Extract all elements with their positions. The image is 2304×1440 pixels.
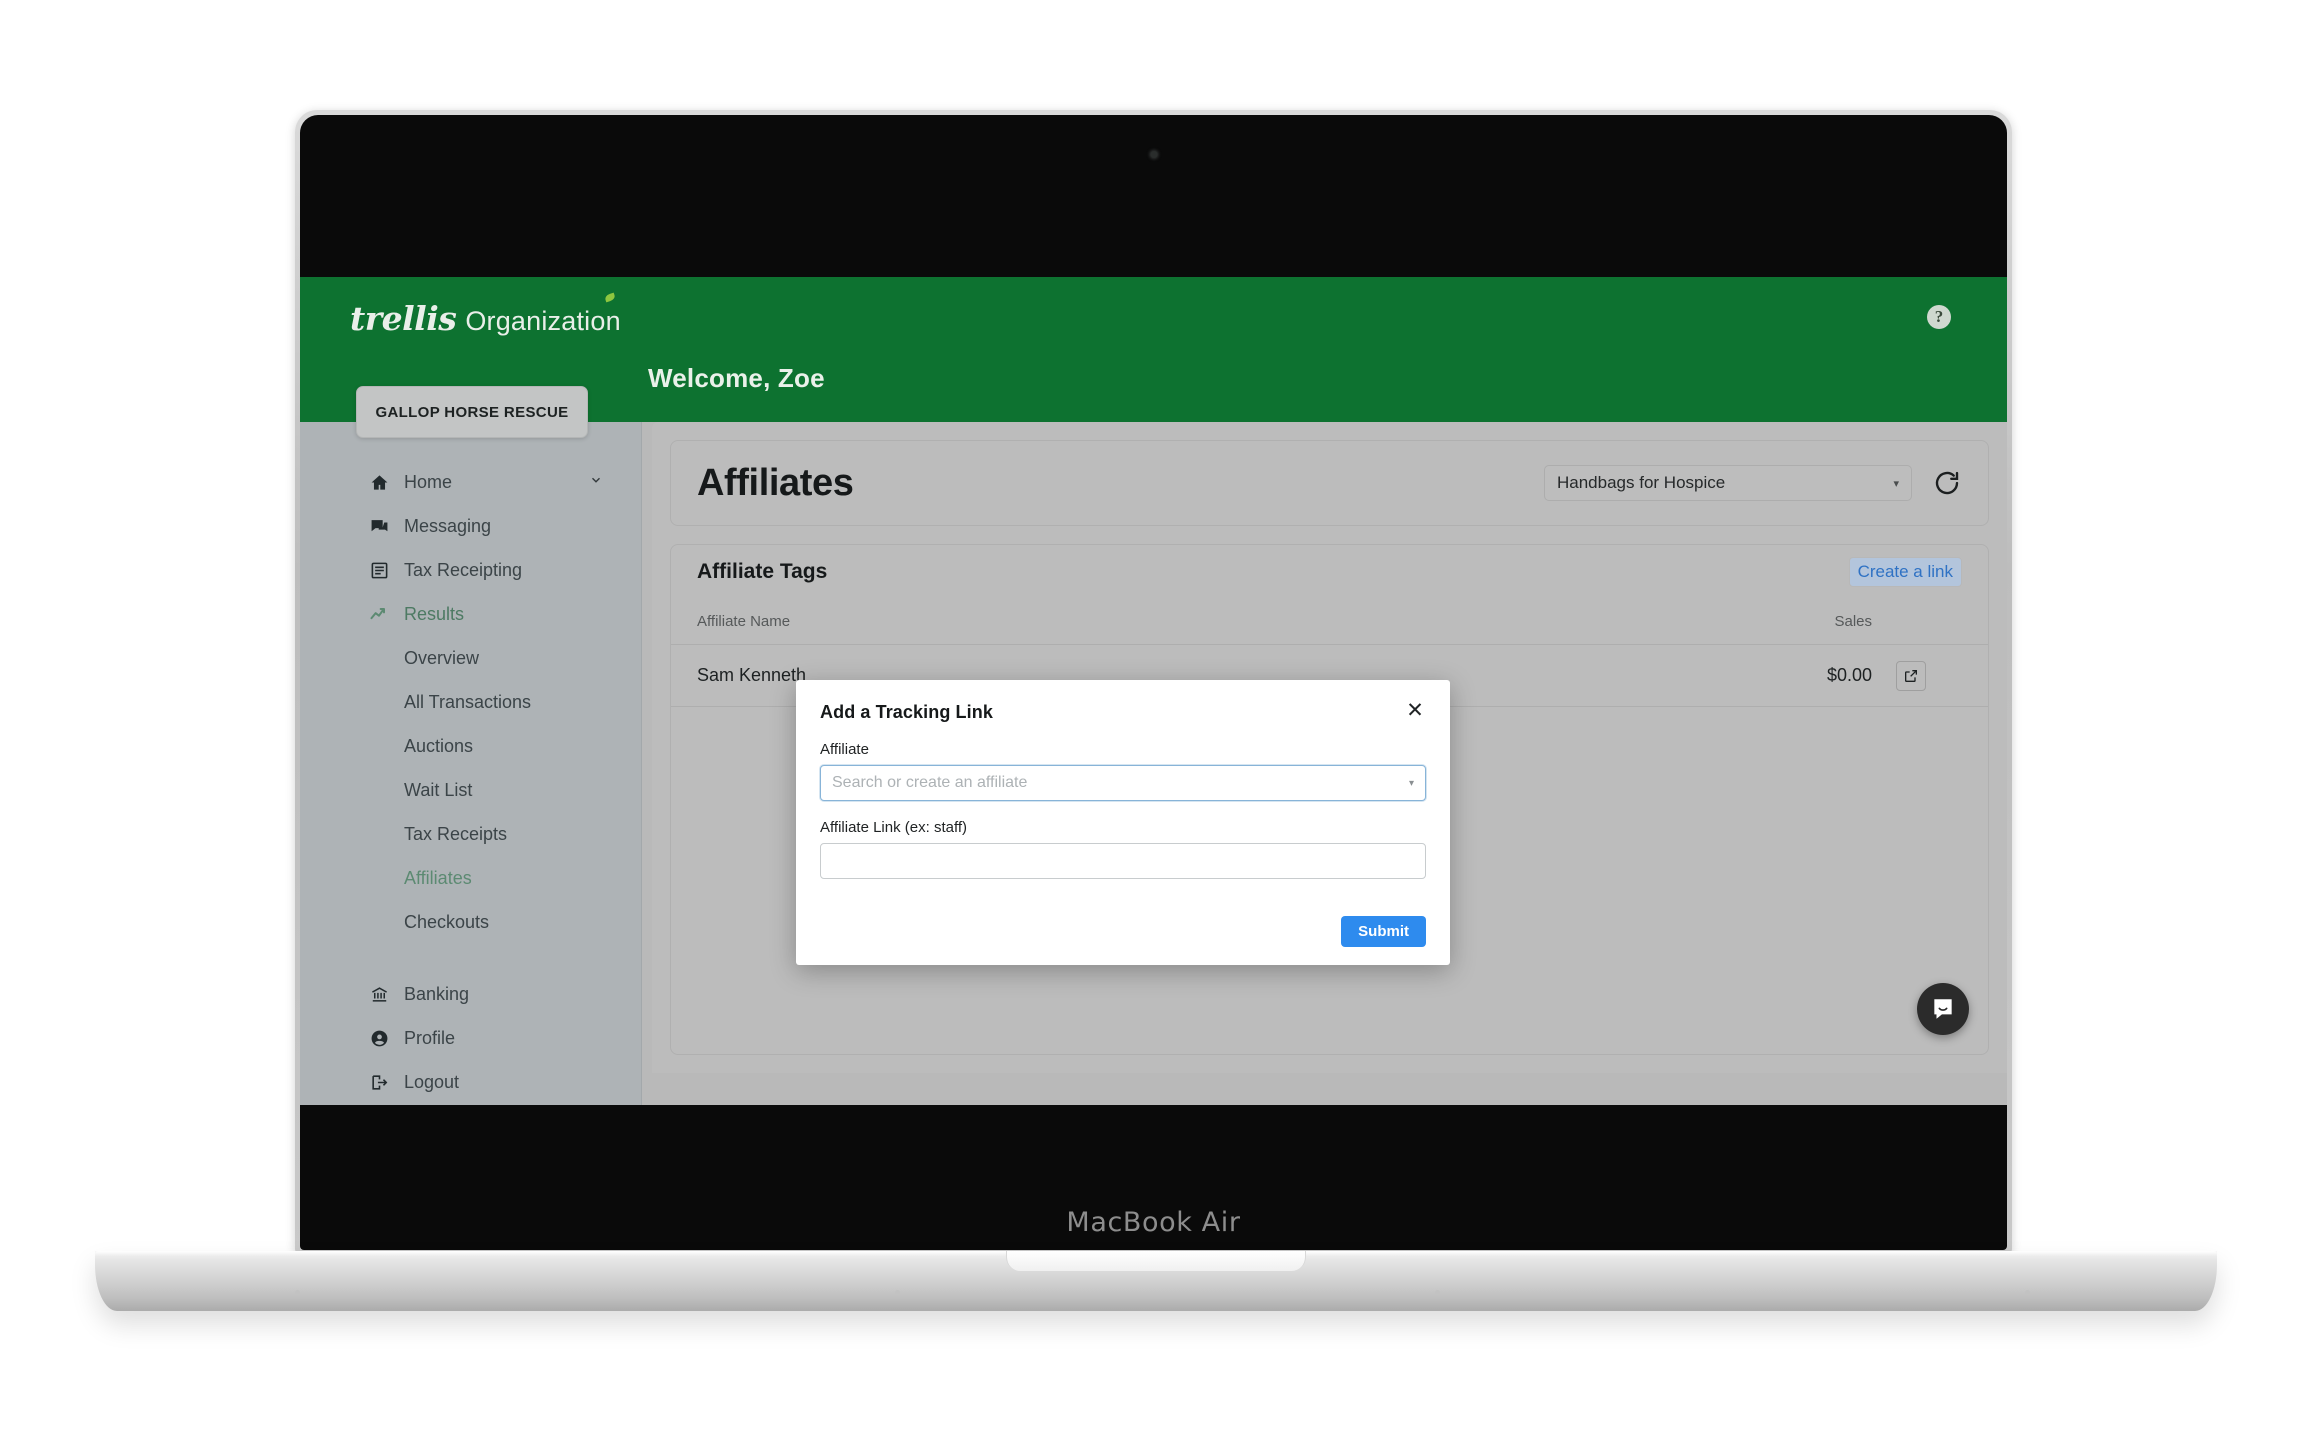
- bank-icon: [368, 983, 390, 1005]
- affiliate-link-input[interactable]: [820, 843, 1426, 879]
- column-header-affiliate-name: Affiliate Name: [697, 613, 791, 630]
- sidebar-item-label: Home: [404, 471, 453, 492]
- sidebar-item-label: Logout: [404, 1071, 460, 1092]
- chevron-down-icon: ▾: [1893, 477, 1899, 490]
- sidebar-item-overview[interactable]: Overview: [300, 636, 641, 680]
- sidebar-item-checkouts[interactable]: Checkouts: [300, 900, 641, 944]
- sidebar-divider-space: [300, 944, 641, 972]
- table-column-headers: Affiliate Name Sales: [671, 599, 1988, 645]
- cell-action: [1872, 660, 1962, 691]
- modal-footer: Submit: [1341, 916, 1426, 947]
- sidebar-item-home[interactable]: Home: [300, 460, 641, 504]
- page-header-controls: Handbags for Hospice ▾: [1544, 465, 1962, 501]
- page-header-card: Affiliates Handbags for Hospice ▾: [670, 440, 1989, 526]
- sidebar-sub-label: Tax Receipts: [404, 823, 508, 844]
- chat-smile-glyph: [1934, 999, 1952, 1019]
- laptop-foot: [2025, 1290, 2030, 1295]
- help-icon[interactable]: ?: [1927, 305, 1951, 329]
- sidebar-item-banking[interactable]: Banking: [300, 972, 641, 1016]
- sidebar-item-tax-receipts[interactable]: Tax Receipts: [300, 812, 641, 856]
- table-header: Affiliate Tags Create a link: [671, 545, 1988, 599]
- receipt-icon: [368, 559, 390, 581]
- modal-title: Add a Tracking Link: [820, 702, 993, 722]
- logout-icon: [368, 1071, 390, 1093]
- home-icon: [368, 471, 390, 493]
- webcam-icon: [1150, 151, 1157, 158]
- person-circle-icon: [368, 1027, 390, 1049]
- laptop-lid: trellis Organization ? Welcome, Zoe GALL…: [295, 110, 2012, 1255]
- affiliate-link-field-group: Affiliate Link (ex: staff): [820, 819, 1426, 879]
- sidebar-item-label: Messaging: [404, 515, 492, 536]
- create-a-link-button[interactable]: Create a link: [1848, 557, 1962, 587]
- sidebar-item-wait-list[interactable]: Wait List: [300, 768, 641, 812]
- sidebar-sub-label: Overview: [404, 647, 480, 668]
- sidebar-item-affiliates[interactable]: Affiliates: [300, 856, 641, 900]
- sidebar-item-all-transactions[interactable]: All Transactions: [300, 680, 641, 724]
- brand-subtitle: Organization: [465, 306, 621, 336]
- laptop-foot: [895, 1290, 900, 1295]
- trellis-logo: trellis: [350, 299, 457, 338]
- laptop-foot: [1435, 1290, 1440, 1295]
- chat-icon: [368, 515, 390, 537]
- affiliate-field-label: Affiliate: [820, 741, 869, 758]
- close-icon[interactable]: ✕: [1404, 700, 1426, 722]
- leaf-icon: [603, 292, 616, 303]
- modal-header: Add a Tracking Link ✕: [820, 700, 1426, 723]
- organization-switcher-button[interactable]: GALLOP HORSE RESCUE: [356, 386, 588, 438]
- brand[interactable]: trellis Organization: [350, 292, 621, 338]
- screenshot-stage: trellis Organization ? Welcome, Zoe GALL…: [0, 0, 2304, 1440]
- sidebar-item-logout[interactable]: Logout: [300, 1060, 641, 1104]
- refresh-icon[interactable]: [1932, 468, 1962, 498]
- sidebar: GALLOP HORSE RESCUE Home Messaging Tax R…: [300, 386, 642, 1105]
- affiliate-input-placeholder: Search or create an affiliate: [832, 774, 1028, 791]
- sidebar-item-tax-receipting[interactable]: Tax Receipting: [300, 548, 641, 592]
- affiliate-link-field-label: Affiliate Link (ex: staff): [820, 819, 968, 836]
- sidebar-item-label: Profile: [404, 1027, 456, 1048]
- laptop-base: [95, 1251, 2217, 1311]
- cell-sales: $0.00: [1826, 665, 1872, 685]
- sidebar-sub-label: Auctions: [404, 735, 474, 756]
- trend-up-icon: [368, 603, 390, 625]
- sidebar-sub-label: All Transactions: [404, 691, 532, 712]
- welcome-message: Welcome, Zoe: [648, 363, 825, 393]
- submit-button[interactable]: Submit: [1341, 916, 1426, 947]
- sidebar-item-messaging[interactable]: Messaging: [300, 504, 641, 548]
- sidebar-sub-label: Affiliates: [404, 867, 472, 888]
- sidebar-item-profile[interactable]: Profile: [300, 1016, 641, 1060]
- external-link-icon[interactable]: [1896, 660, 1926, 691]
- device-model-label: MacBook Air: [1066, 1207, 1241, 1238]
- laptop-screen: trellis Organization ? Welcome, Zoe GALL…: [300, 115, 2007, 1250]
- affiliate-select-input[interactable]: Search or create an affiliate ▾: [820, 765, 1426, 801]
- laptop-base-notch: [1006, 1251, 1306, 1271]
- sidebar-item-results[interactable]: Results: [300, 592, 641, 636]
- laptop-foot: [295, 1290, 300, 1295]
- sidebar-nav: Home Messaging Tax Receipting Results Ov…: [300, 460, 641, 1104]
- app-viewport: trellis Organization ? Welcome, Zoe GALL…: [300, 277, 2007, 1105]
- sidebar-sub-label: Checkouts: [404, 911, 490, 932]
- section-title: Affiliate Tags: [697, 560, 828, 583]
- sidebar-item-label: Tax Receipting: [404, 559, 523, 580]
- affiliate-field-group: Affiliate Search or create an affiliate …: [820, 741, 1426, 801]
- chevron-down-icon[interactable]: [589, 473, 603, 491]
- page-title: Affiliates: [697, 461, 854, 504]
- chat-bubble-icon[interactable]: [1917, 983, 1969, 1035]
- chevron-down-icon: ▾: [1408, 777, 1414, 789]
- add-tracking-link-modal: Add a Tracking Link ✕ Affiliate Search o…: [796, 680, 1450, 965]
- sidebar-sub-label: Wait List: [404, 779, 473, 800]
- sidebar-item-label: Results: [404, 603, 465, 624]
- column-header-sales: Sales: [1834, 613, 1872, 630]
- event-select-value: Handbags for Hospice: [1557, 473, 1726, 492]
- sidebar-item-auctions[interactable]: Auctions: [300, 724, 641, 768]
- sidebar-item-label: Banking: [404, 983, 470, 1004]
- event-select[interactable]: Handbags for Hospice ▾: [1544, 465, 1912, 501]
